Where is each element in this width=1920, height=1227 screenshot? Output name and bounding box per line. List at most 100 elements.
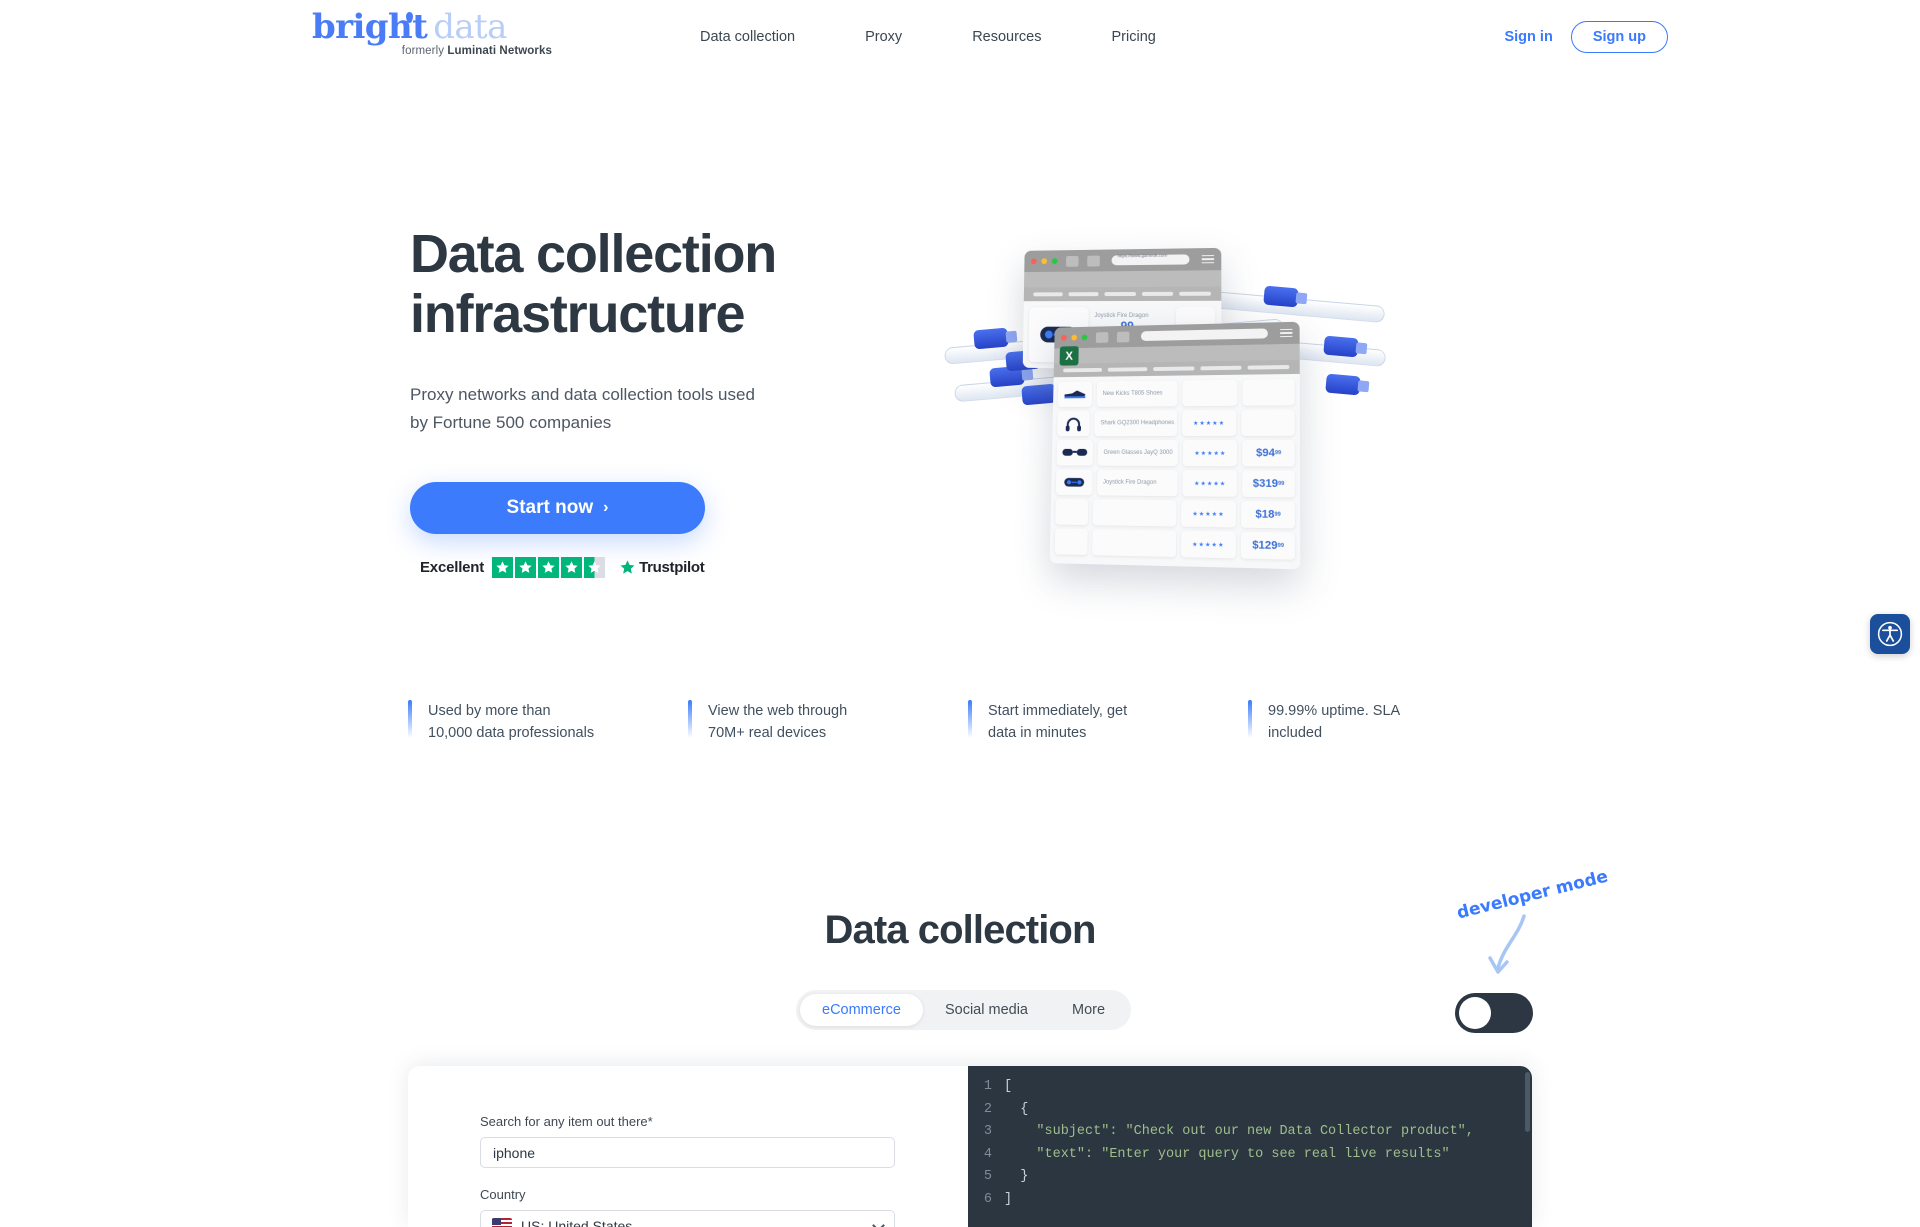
- code-line: 6 ]: [968, 1189, 1532, 1212]
- country-select[interactable]: US: United States: [480, 1210, 895, 1227]
- feature-text: Used by more than 10,000 data professiona…: [428, 700, 594, 745]
- feature-item: Used by more than 10,000 data professiona…: [408, 700, 688, 745]
- spreadsheet-icon: X: [1059, 346, 1079, 366]
- feature-line2: included: [1268, 725, 1323, 742]
- close-icon: [1030, 258, 1037, 265]
- code-text: {: [1004, 1101, 1029, 1117]
- code-text: "subject": "Check out our new Data Colle…: [1004, 1124, 1474, 1139]
- price-cents: 99: [1274, 511, 1281, 518]
- proxy-plug: [1323, 335, 1359, 358]
- price-main: $18: [1255, 508, 1275, 521]
- logo-wordmark: bright data: [312, 10, 552, 44]
- proxy-plug: [1021, 383, 1057, 406]
- browser-window-front: X New Kicks T805 Shoes Shark GQ2300 Head…: [1049, 321, 1301, 570]
- nav-item-proxy[interactable]: Proxy: [865, 29, 902, 45]
- data-collection-title: Data collection: [824, 908, 1096, 952]
- hero-subtitle-line1: Proxy networks and data collection tools…: [410, 385, 755, 404]
- table-cell-price: $18 99: [1241, 500, 1295, 529]
- brand-logo[interactable]: bright data formerly Luminati Networks: [312, 10, 552, 62]
- auth-actions: Sign in Sign up: [1504, 0, 1668, 73]
- feature-line2: 70M+ real devices: [708, 725, 827, 742]
- browser-titlebar: https://www.gameok.com: [1024, 247, 1222, 273]
- code-scrollbar[interactable]: [1525, 1072, 1530, 1132]
- back-button-icon: [1095, 331, 1109, 343]
- logo-tagline-prefix: formerly: [401, 45, 448, 57]
- code-line: 3 "subject": "Check out our new Data Col…: [968, 1121, 1532, 1144]
- nav-item-data-collection[interactable]: Data collection: [700, 29, 795, 45]
- developer-mode-toggle[interactable]: [1455, 993, 1533, 1033]
- table-row: Joystick Fire Dragon ★★★★★ $319 99: [1055, 469, 1295, 498]
- category-tabs: eCommerce Social media More: [796, 990, 1132, 1030]
- line-number: 6: [983, 1191, 992, 1207]
- browser-tab-strip: [1023, 286, 1222, 302]
- hero-subtitle-line2: by Fortune 500 companies: [410, 412, 612, 432]
- hero-subtitle: Proxy networks and data collection tools…: [410, 381, 830, 436]
- code-line: 2 {: [968, 1099, 1532, 1122]
- star-icon: [515, 557, 537, 578]
- table-cell-price: $129 99: [1241, 531, 1296, 560]
- close-icon: [1060, 334, 1067, 341]
- hamburger-menu-icon: [1280, 328, 1293, 338]
- tab-ecommerce[interactable]: eCommerce: [800, 994, 923, 1026]
- line-number: 1: [983, 1079, 992, 1094]
- tab-social-media[interactable]: Social media: [923, 994, 1050, 1026]
- price-cents: 99: [1274, 450, 1282, 457]
- price-cents: 99: [1278, 480, 1285, 488]
- feature-item: Start immediately, get data in minutes: [968, 700, 1248, 745]
- proxy-plug: [1263, 285, 1299, 308]
- field-spacer: [480, 1168, 896, 1187]
- code-text: "text": "Enter your query to see real li…: [1004, 1146, 1450, 1162]
- nav-item-pricing[interactable]: Pricing: [1112, 29, 1156, 45]
- tab-more[interactable]: More: [1050, 994, 1127, 1026]
- feature-line1: Start immediately, get: [988, 703, 1128, 719]
- chevron-right-icon: ›: [603, 499, 609, 516]
- code-text: ]: [1004, 1191, 1013, 1207]
- shoe-icon: [1057, 381, 1093, 408]
- start-now-label: Start now: [506, 497, 594, 518]
- feature-item: View the web through 70M+ real devices: [688, 700, 968, 745]
- sign-up-button[interactable]: Sign up: [1570, 20, 1668, 53]
- table-cell-stars: ★★★★★: [1183, 439, 1238, 467]
- nav-item-resources[interactable]: Resources: [972, 29, 1041, 45]
- curved-arrow-icon: [1488, 914, 1526, 974]
- line-number: 3: [983, 1124, 992, 1139]
- hero-title: Data collection infrastructure: [410, 224, 970, 345]
- country-field-label: Country: [480, 1187, 526, 1202]
- collector-panel: Search for any item out there* Country U…: [408, 1066, 1532, 1227]
- trustpilot-star-icon: [620, 560, 635, 574]
- feature-text: Start immediately, get data in minutes: [988, 700, 1127, 745]
- sunglasses-icon: [1056, 440, 1094, 466]
- hero-title-line1: Data collection: [410, 224, 777, 284]
- feature-accent-bar: [688, 700, 692, 738]
- sunglasses-icon: [1062, 448, 1088, 456]
- table-cell-name: [1092, 529, 1176, 558]
- feature-accent-bar: [408, 700, 412, 738]
- price-cents: 99: [1277, 542, 1285, 550]
- code-line: 5 }: [968, 1166, 1532, 1189]
- table-cell-price: [1242, 379, 1295, 406]
- table-cell-name: [1092, 499, 1176, 527]
- trustpilot-rating[interactable]: Excellent Trustpilot: [420, 557, 705, 578]
- trustpilot-stars: [492, 557, 606, 578]
- main-navigation: Data collection Proxy Resources Pricing: [700, 0, 1156, 73]
- forward-button-icon: [1087, 255, 1100, 267]
- toggle-knob: [1459, 997, 1491, 1029]
- headphones-icon: [1057, 410, 1091, 437]
- browser-url-text: https://www.gameok.com: [1117, 252, 1168, 259]
- table-cell-stars: ★★★★★: [1180, 500, 1237, 528]
- code-preview[interactable]: 1 [ 2 { 3 "subject": "Check out our new …: [968, 1066, 1532, 1227]
- star-icon: [538, 557, 560, 578]
- sign-in-link[interactable]: Sign in: [1504, 29, 1552, 45]
- accessibility-widget-button[interactable]: [1870, 614, 1910, 654]
- trustpilot-brand-name: Trustpilot: [639, 559, 705, 576]
- start-now-button[interactable]: Start now ›: [410, 482, 705, 534]
- maximize-icon: [1051, 258, 1058, 265]
- trustpilot-logo: Trustpilot: [619, 559, 705, 576]
- table-row: New Kicks T805 Shoes: [1057, 379, 1295, 408]
- sneaker-icon: [1064, 390, 1086, 399]
- price-main: $129: [1252, 539, 1278, 553]
- browser-subbar: [1024, 270, 1222, 288]
- price-main: $94: [1255, 447, 1275, 460]
- search-input[interactable]: [480, 1137, 895, 1168]
- feature-accent-bar: [1248, 700, 1252, 738]
